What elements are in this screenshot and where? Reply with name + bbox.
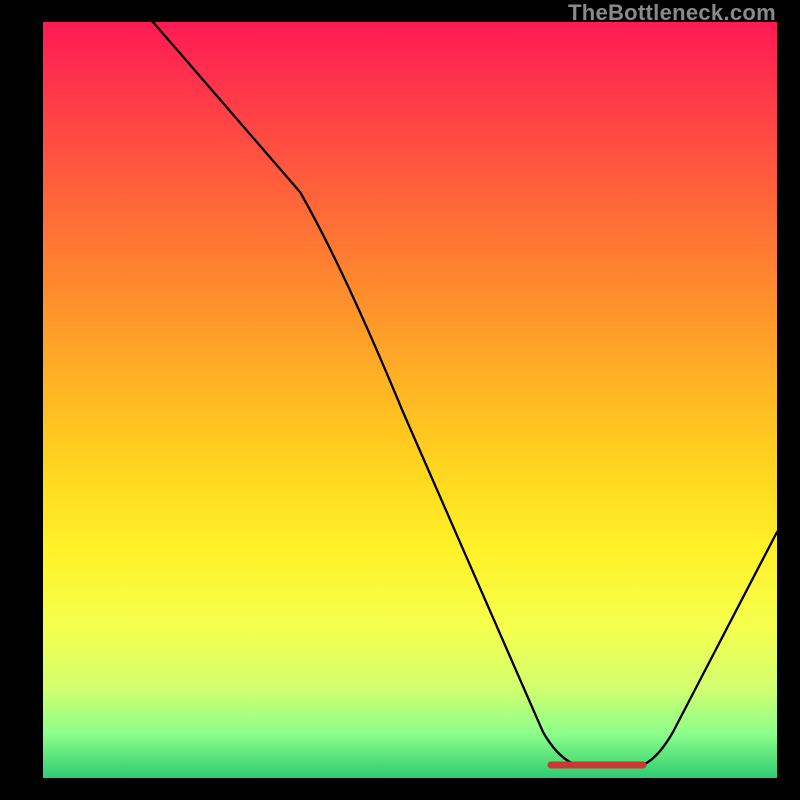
bottleneck-curve (43, 22, 777, 767)
chart-container: { "watermark": "TheBottleneck.com", "cha… (0, 0, 800, 800)
plot-svg (43, 22, 777, 778)
plot-area (43, 22, 777, 778)
